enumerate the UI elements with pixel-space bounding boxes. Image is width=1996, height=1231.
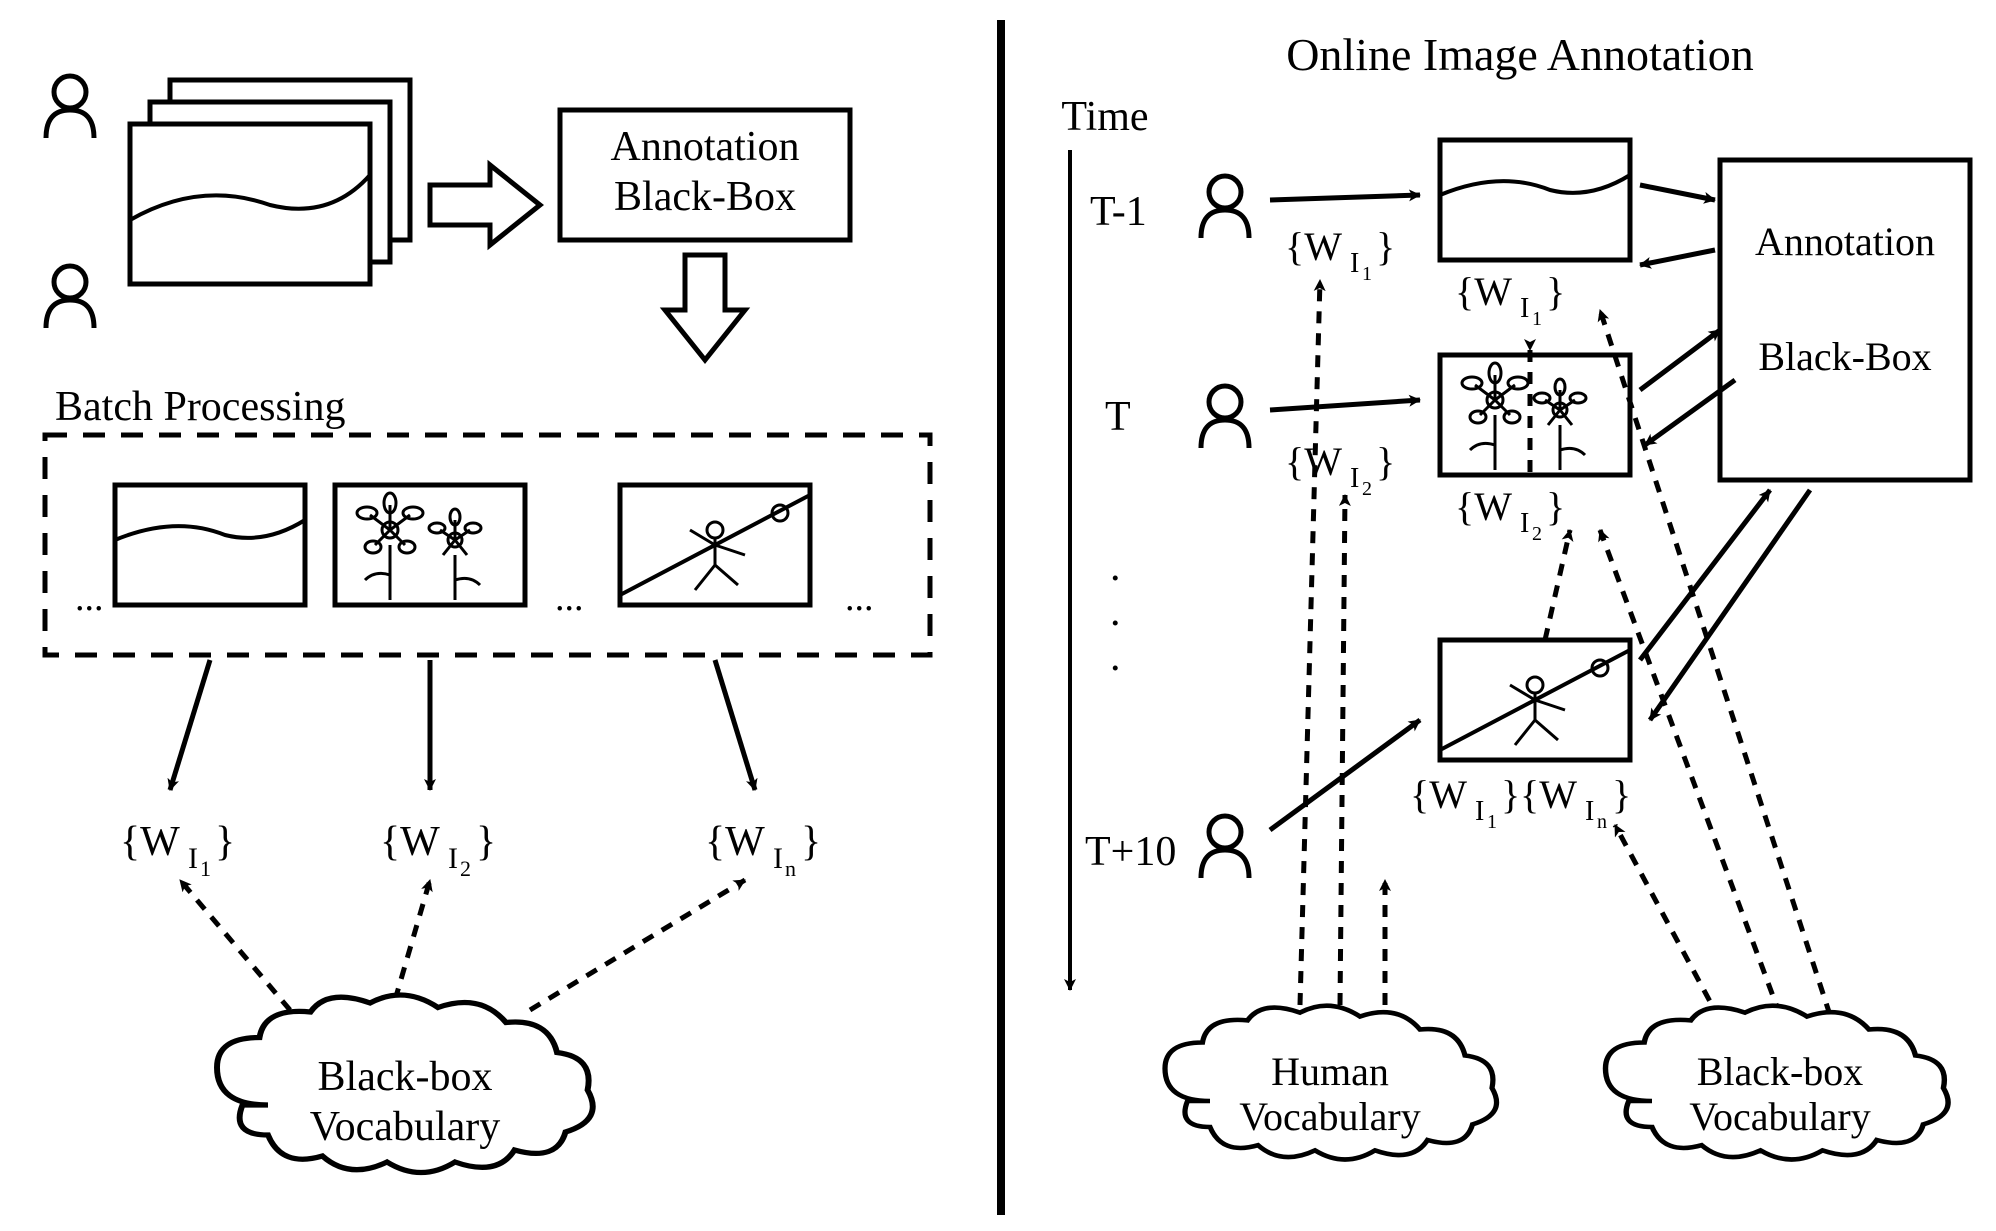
svg-text:}: } [1376,224,1395,269]
left-panel: Annotation Black-Box Batch Processing ..… [45,76,930,1173]
annotation-box-label: Annotation [611,124,800,170]
svg-text:{W: {W [1410,772,1467,817]
svg-text:2: 2 [460,856,471,881]
dashed-arrow-icon [530,880,745,1010]
arrow-icon [1640,330,1720,390]
dashed-arrow-icon [180,880,290,1010]
person-icon [1201,816,1249,878]
svg-text:}: } [1501,772,1520,817]
right-panel: Online Image Annotation Time T-1 T . . .… [1061,29,1970,1160]
cloud-label: Vocabulary [1239,1094,1420,1139]
right-title: Online Image Annotation [1286,29,1754,80]
dashed-arrow-icon [1300,280,1320,1005]
svg-text:I: I [448,842,458,875]
time-mark: T-1 [1090,189,1147,235]
dashed-arrow-icon [1545,530,1570,640]
cloud-label: Black-box [1697,1049,1864,1094]
dashed-arrow-icon [395,880,430,1000]
dashed-arrow-icon [1340,495,1345,1005]
flowers-thumb-icon [335,485,525,605]
svg-text:{W: {W [705,819,765,865]
svg-text:}: } [1546,484,1565,529]
svg-text:{W: {W [1520,772,1577,817]
time-mark: T+10 [1085,829,1176,875]
person-icon [1201,176,1249,238]
svg-text:2: 2 [1532,523,1542,545]
cloud-label: Vocabulary [310,1104,501,1150]
annotation-box-label: Annotation [1755,219,1935,264]
stick-thumb-icon [1440,640,1630,760]
annotation-blackbox-left: Annotation Black-Box [560,110,850,240]
svg-text:1: 1 [1487,811,1497,833]
arrow-icon [715,660,755,790]
svg-text:I: I [1520,508,1529,539]
image-w-label: {W I1} [1455,269,1565,330]
svg-text:1: 1 [1532,308,1542,330]
time-dots: . [1110,544,1121,590]
arrow-icon [1640,250,1715,265]
svg-text:n: n [1597,811,1607,833]
image-stack [130,80,410,284]
annotation-box-label: Black-Box [1758,334,1931,379]
svg-text:n: n [785,856,796,881]
svg-text:I: I [1475,796,1484,827]
image-w-label: {W I2} [1455,484,1565,545]
svg-text:I: I [188,842,198,875]
time-label: Time [1061,94,1148,140]
svg-text:{W: {W [1455,484,1512,529]
person-icon [46,266,94,328]
svg-text:}: } [801,819,821,865]
cloud-label: Vocabulary [1689,1094,1870,1139]
ellipsis: ... [555,577,584,619]
svg-text:I: I [1350,248,1359,279]
landscape-thumb-icon [115,485,305,605]
svg-text:{W: {W [1455,269,1512,314]
stick-thumb-icon [620,485,810,605]
image-w-label: {WI1} {WIn} [1410,772,1631,833]
time-mark: T [1105,394,1131,440]
person-icon [46,76,94,138]
hollow-arrow-down-icon [665,255,745,360]
svg-text:2: 2 [1362,478,1372,500]
output-label: {WI1} [120,819,235,881]
svg-text:{W: {W [380,819,440,865]
svg-text:I: I [773,842,783,875]
time-dots: . [1110,634,1121,680]
svg-text:I: I [1350,463,1359,494]
arrow-icon [170,660,210,790]
svg-text:}: } [476,819,496,865]
svg-text:}: } [1376,439,1395,484]
svg-text:I: I [1585,796,1594,827]
arrow-w-label: {W I1} [1285,224,1395,285]
time-dots: . [1110,589,1121,635]
output-label: {WI2} [380,819,496,881]
svg-text:1: 1 [200,856,211,881]
cloud-label: Human [1271,1049,1389,1094]
landscape-thumb-icon [1440,140,1630,260]
svg-text:1: 1 [1362,263,1372,285]
hollow-arrow-right-icon [430,165,540,245]
arrow-icon [1270,195,1420,200]
arrow-icon [1640,185,1715,200]
output-label: {WIn} [705,819,821,881]
arrow-icon [1650,490,1810,720]
person-icon [1201,386,1249,448]
annotation-box-label: Black-Box [614,174,796,220]
arrow-icon [1270,400,1420,410]
svg-text:}: } [215,819,235,865]
cloud-label: Black-box [318,1054,493,1100]
batch-processing-label: Batch Processing [55,384,345,430]
svg-text:{W: {W [1285,224,1342,269]
flowers-thumb-icon [1440,355,1630,475]
svg-text:}: } [1612,772,1631,817]
svg-text:}: } [1546,269,1565,314]
svg-text:{W: {W [120,819,180,865]
dashed-arrow-icon [1615,825,1720,1020]
ellipsis: ... [75,577,104,619]
ellipsis: ... [845,577,874,619]
arrow-w-label: {WI2} [1285,439,1395,500]
svg-text:I: I [1520,293,1529,324]
annotation-blackbox-right: Annotation Black-Box [1720,160,1970,480]
